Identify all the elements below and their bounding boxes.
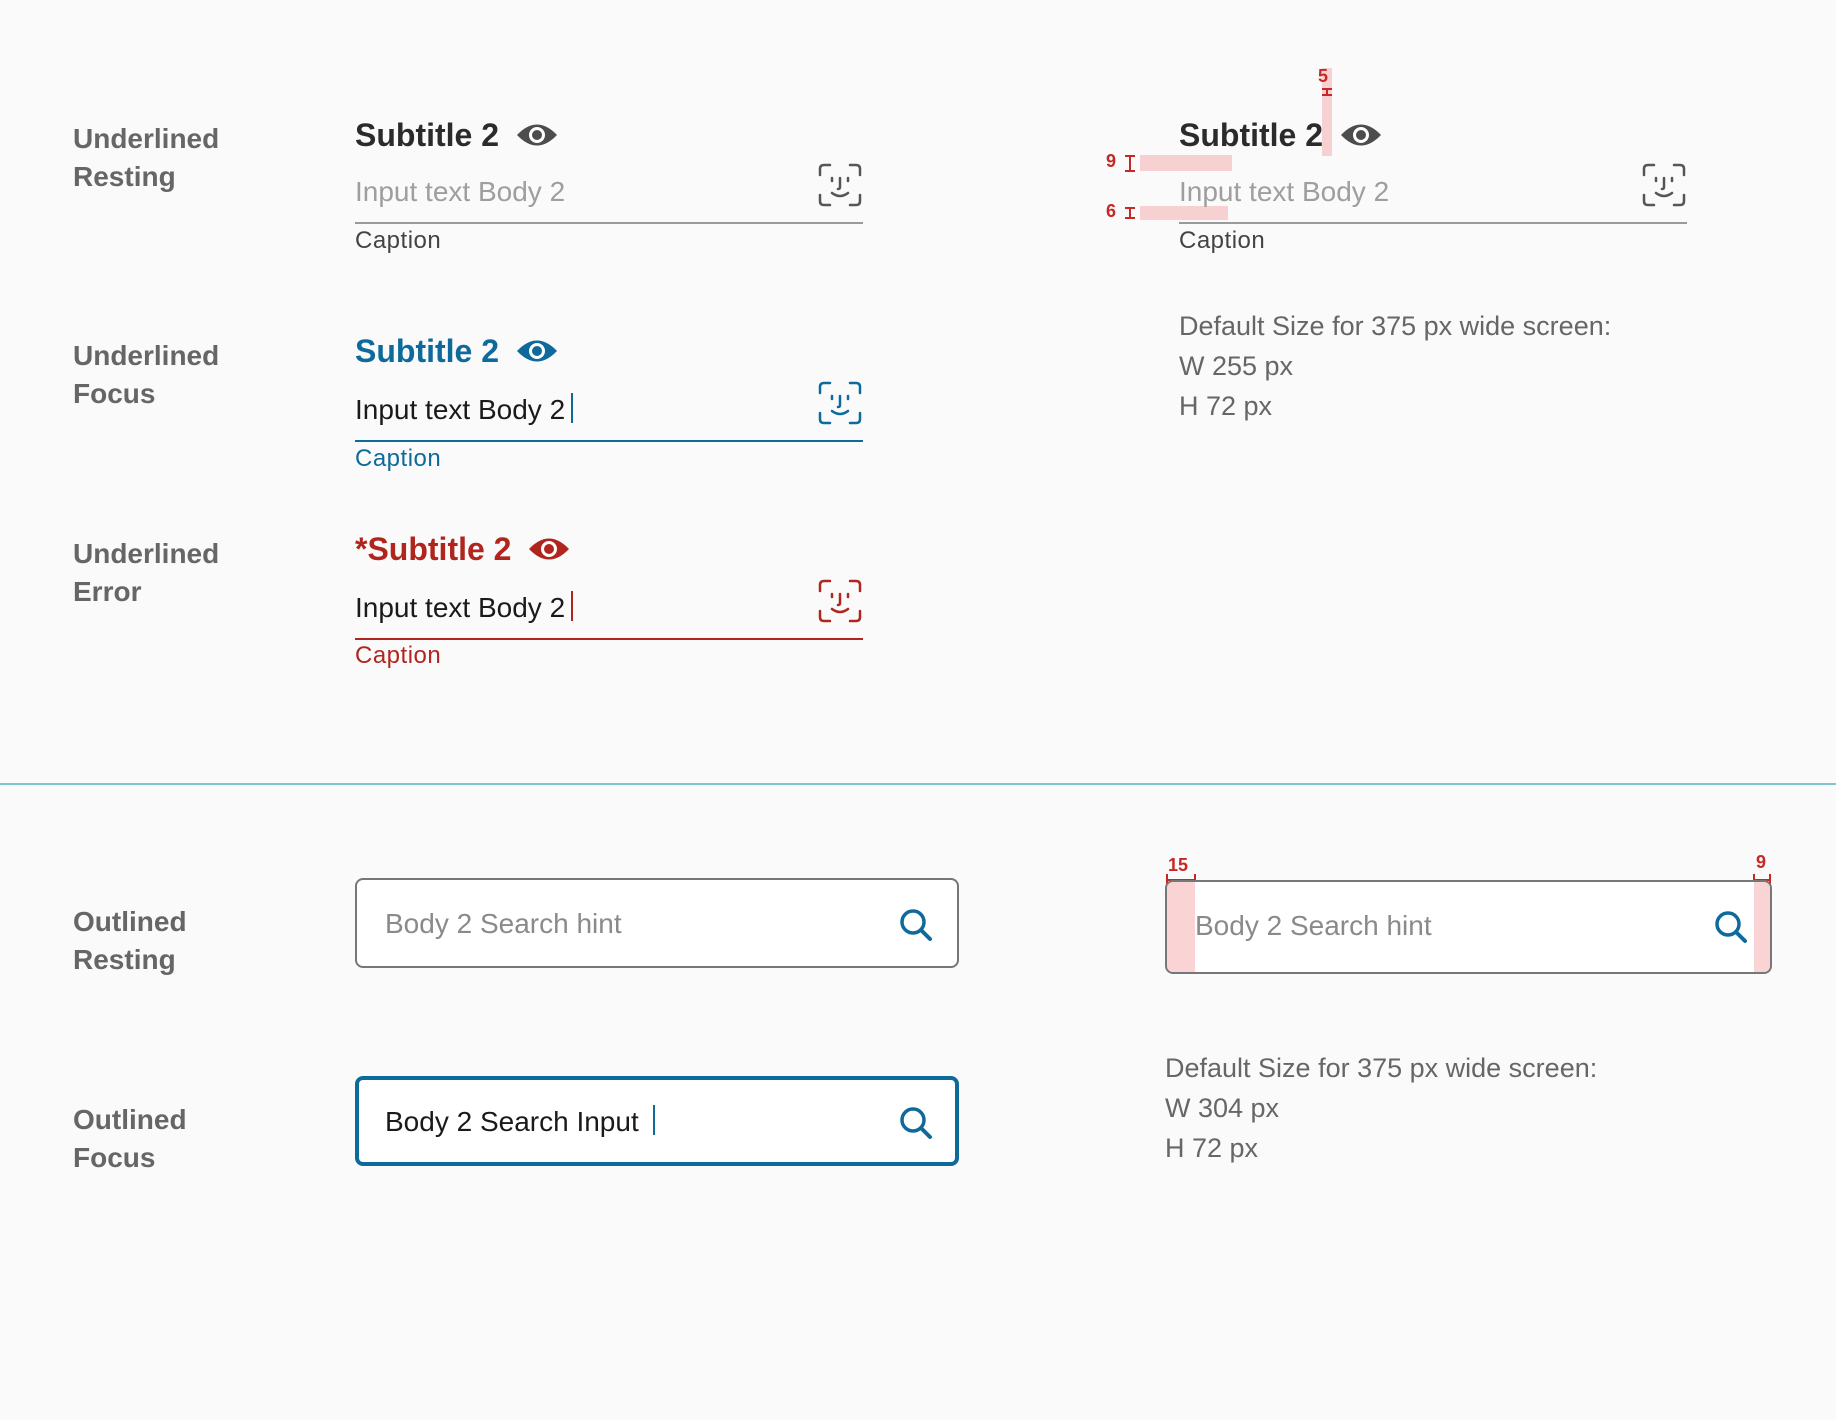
row-label-line1: Outlined — [73, 906, 187, 937]
input-value-text: Input text Body 2 — [355, 394, 566, 425]
search-placeholder: Body 2 Search hint — [385, 908, 622, 939]
input-value-text: Input text Body 2 — [355, 592, 566, 623]
spec-underlined-field: Input text Body 2 — [1179, 162, 1687, 224]
row-label-underlined-error: Underlined Error — [73, 535, 219, 611]
measure-top-value: 5 — [1318, 66, 1329, 86]
row-label-underlined-resting: Underlined Resting — [73, 120, 219, 196]
note-line: Default Size for 375 px wide screen: — [1165, 1053, 1598, 1083]
eye-icon[interactable] — [515, 336, 559, 366]
eye-icon — [1341, 124, 1382, 146]
underlined-error-subtitle: *Subtitle 2 — [355, 530, 571, 568]
measure-mid-cap — [1125, 170, 1135, 172]
measure-bottom-value: 6 — [1106, 201, 1117, 221]
underlined-error-caption: Caption — [355, 642, 442, 669]
redline-left-padding — [1167, 882, 1195, 972]
face-id-icon — [1642, 163, 1686, 207]
underlined-resting-caption: Caption — [355, 227, 442, 254]
underlined-focus-caption: Caption — [355, 445, 442, 472]
section-divider — [0, 783, 1836, 785]
measure-bottom-cap — [1125, 217, 1135, 219]
note-line: W 255 px — [1179, 351, 1294, 381]
underlined-resting-field[interactable]: Input text Body 2 — [355, 162, 863, 224]
underlined-resting-subtitle: Subtitle 2 — [355, 116, 559, 154]
row-label-line2: Resting — [73, 944, 176, 975]
redline-right-padding — [1754, 882, 1770, 972]
subtitle-text: Subtitle 2 — [1179, 117, 1324, 153]
row-label-line2: Error — [73, 576, 142, 607]
note-line: Default Size for 375 px wide screen: — [1179, 311, 1612, 341]
note-line: H 72 px — [1165, 1133, 1259, 1163]
search-icon[interactable] — [899, 908, 933, 942]
row-label-line2: Resting — [73, 161, 176, 192]
note-line: H 72 px — [1179, 391, 1273, 421]
text-caret — [571, 591, 574, 621]
row-label-line1: Underlined — [73, 123, 220, 154]
note-line: W 304 px — [1165, 1093, 1280, 1123]
input-value: Input text Body 2 — [355, 588, 574, 628]
text-caret — [652, 1105, 655, 1135]
search-icon — [1715, 911, 1747, 943]
eye-icon[interactable] — [515, 120, 559, 150]
outlined-resting-search-field[interactable]: Body 2 Search hint — [355, 878, 959, 968]
input-placeholder: Input text Body 2 — [1179, 176, 1390, 207]
eye-icon[interactable] — [527, 534, 571, 564]
search-icon[interactable] — [899, 1106, 933, 1140]
underlined-error-field[interactable]: Input text Body 2 — [355, 578, 863, 640]
spec-underlined-caption: Caption — [1179, 227, 1266, 254]
row-label-line1: Outlined — [73, 1104, 187, 1135]
face-id-icon[interactable] — [817, 380, 863, 426]
search-input: Body 2 Search Input — [385, 1102, 655, 1142]
measure-left-value: 15 — [1168, 855, 1189, 875]
row-label-line1: Underlined — [73, 340, 220, 371]
underlined-focus-field[interactable]: Input text Body 2 — [355, 380, 863, 442]
measure-mid-bar — [1129, 155, 1131, 171]
row-label-line2: Focus — [73, 378, 156, 409]
spec-outlined-note: Default Size for 375 px wide screen: W 3… — [1165, 1048, 1597, 1168]
spec-underlined-subtitle: Subtitle 2 — [1179, 116, 1383, 154]
search-placeholder: Body 2 Search hint — [1195, 910, 1432, 941]
underlined-focus-subtitle: Subtitle 2 — [355, 332, 559, 370]
row-label-underlined-focus: Underlined Focus — [73, 337, 219, 413]
measure-mid-value: 9 — [1106, 151, 1117, 171]
measure-right-value: 9 — [1756, 852, 1767, 872]
row-label-line2: Focus — [73, 1142, 156, 1173]
face-id-icon[interactable] — [817, 578, 863, 624]
search-input-text: Body 2 Search Input — [385, 1106, 639, 1137]
input-value: Input text Body 2 — [355, 390, 574, 430]
subtitle-text: Subtitle 2 — [355, 117, 500, 153]
input-placeholder: Input text Body 2 — [355, 176, 566, 207]
row-label-outlined-resting: Outlined Resting — [73, 903, 187, 979]
spec-underlined-note: Default Size for 375 px wide screen: W 2… — [1179, 306, 1611, 426]
text-caret — [571, 393, 574, 423]
subtitle-text: Subtitle 2 — [355, 333, 500, 369]
face-id-icon[interactable] — [817, 162, 863, 208]
spec-outlined-search-field: Body 2 Search hint — [1165, 880, 1772, 974]
outlined-focus-search-field[interactable]: Body 2 Search Input — [355, 1076, 959, 1166]
row-label-outlined-focus: Outlined Focus — [73, 1101, 187, 1177]
subtitle-text: *Subtitle 2 — [355, 531, 512, 567]
row-label-line1: Underlined — [73, 538, 220, 569]
measure-top-cap — [1322, 94, 1332, 96]
